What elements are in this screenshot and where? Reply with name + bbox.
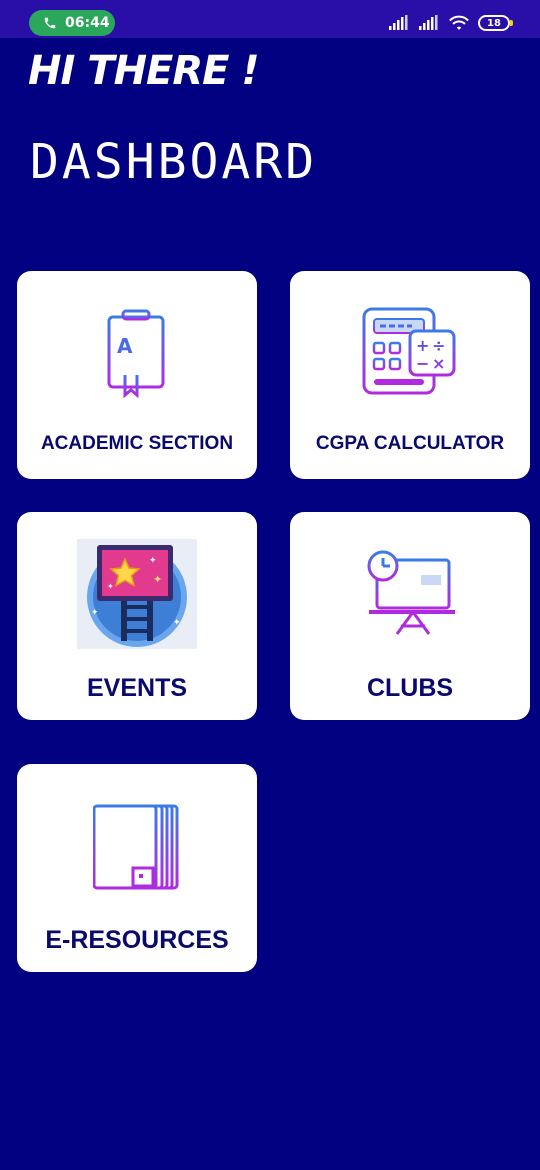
- wifi-icon: [449, 15, 469, 30]
- clock-time: 06:44: [65, 15, 110, 31]
- cgpa-calculator-card[interactable]: + ÷ − × CGPA CALCULATOR: [290, 271, 530, 479]
- academic-section-card[interactable]: A ACADEMIC SECTION: [17, 271, 257, 479]
- notebook-icon: [92, 804, 179, 890]
- academic-section-label: ACADEMIC SECTION: [40, 433, 234, 454]
- svg-text:✦: ✦: [91, 607, 99, 617]
- svg-text:✦: ✦: [153, 574, 162, 586]
- svg-text:÷: ÷: [432, 336, 445, 355]
- presentation-icon: [367, 550, 457, 635]
- book-icon: A: [107, 309, 165, 399]
- battery-icon: 18: [478, 15, 513, 31]
- calculator-icon: + ÷ − ×: [362, 307, 456, 395]
- cgpa-calculator-label: CGPA CALCULATOR: [315, 433, 505, 454]
- svg-text:+: +: [416, 336, 429, 355]
- status-icons: 18: [388, 13, 513, 33]
- events-card[interactable]: ✦ ✦ ✦ ✦ ✦ EVENTS: [17, 512, 257, 720]
- signal-icon-2: [419, 15, 438, 30]
- svg-text:✦: ✦: [173, 617, 181, 627]
- clubs-card[interactable]: CLUBS: [290, 512, 530, 720]
- e-resources-label: E-RESOURCES: [45, 926, 229, 954]
- e-resources-card[interactable]: E-RESOURCES: [17, 764, 257, 972]
- clubs-label: CLUBS: [366, 674, 454, 702]
- svg-text:×: ×: [432, 354, 445, 373]
- svg-text:A: A: [117, 334, 133, 358]
- phone-icon: [44, 17, 56, 29]
- signal-icon: [389, 15, 408, 30]
- ongoing-call-pill[interactable]: 06:44: [29, 10, 115, 36]
- events-board-icon: ✦ ✦ ✦ ✦ ✦: [77, 539, 197, 649]
- battery-level: 18: [487, 17, 501, 29]
- events-label: EVENTS: [86, 674, 188, 702]
- greeting-text: HI THERE !: [28, 48, 260, 94]
- svg-text:✦: ✦: [107, 582, 114, 591]
- status-bar: 06:44 18: [0, 0, 540, 38]
- svg-text:−: −: [416, 354, 429, 373]
- svg-text:✦: ✦: [149, 555, 157, 565]
- page-title: DASHBOARD: [30, 134, 318, 190]
